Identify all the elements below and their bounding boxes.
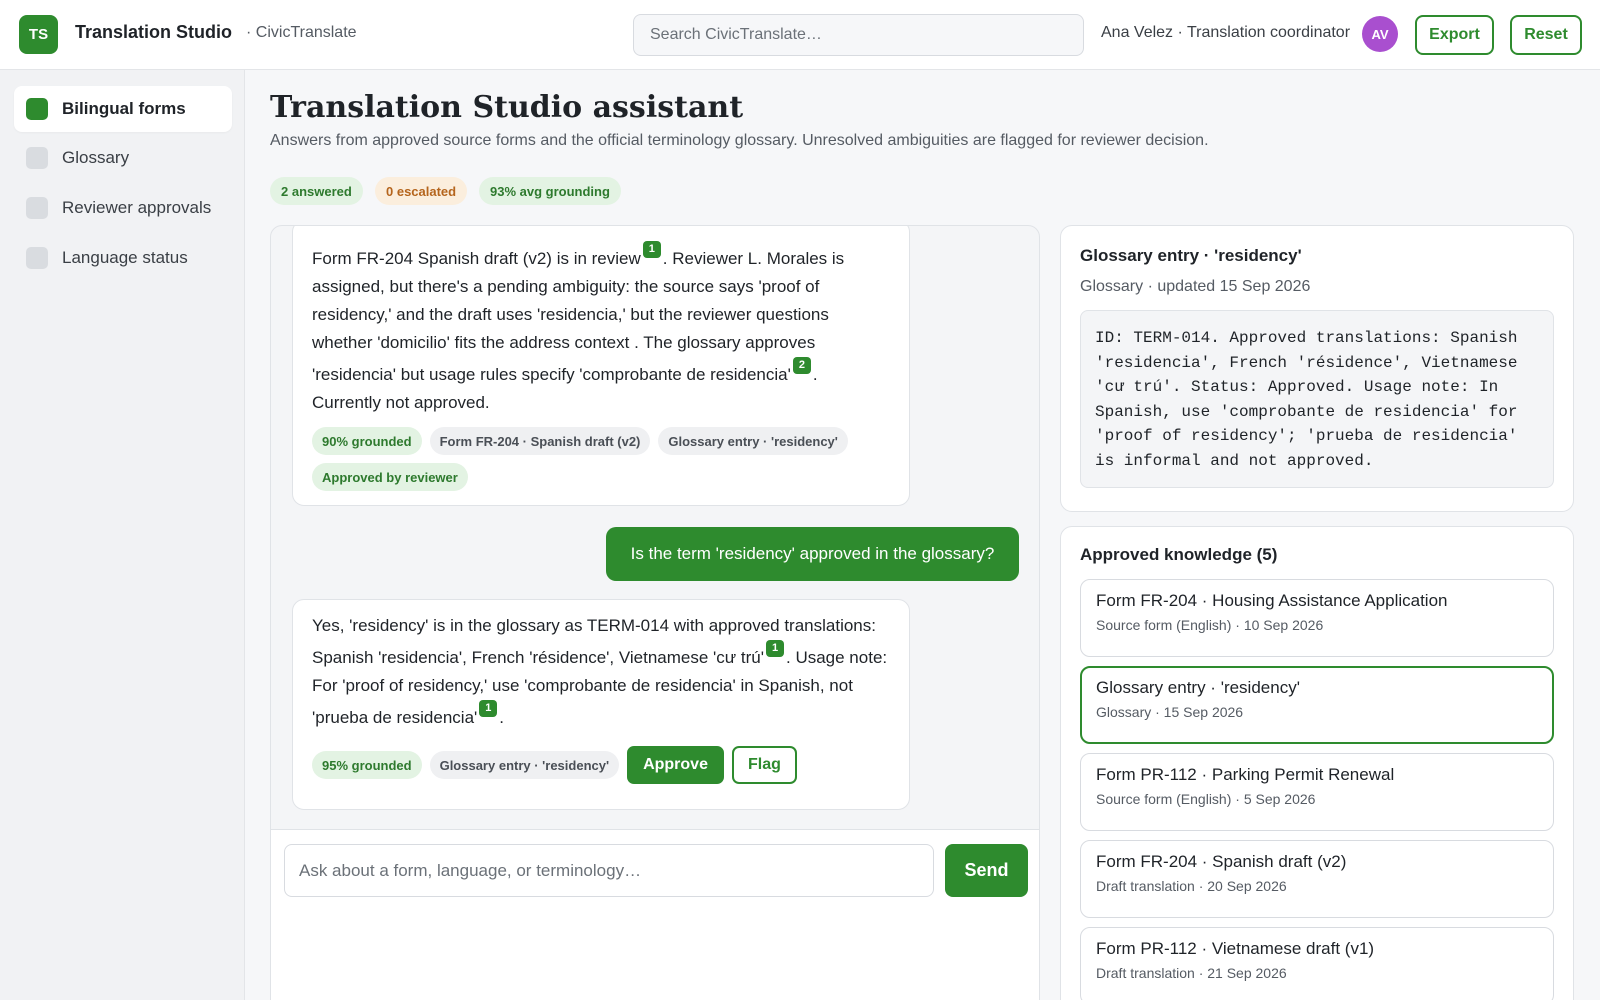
message-segment: .	[499, 708, 505, 727]
grounding-chip: 90% grounded	[312, 427, 422, 455]
source-chip[interactable]: Form FR-204 · Spanish draft (v2)	[429, 427, 651, 455]
user-message: Is the term 'residency' approved in the …	[606, 527, 1019, 581]
top-bar: TS Translation Studio · CivicTranslate A…	[0, 0, 1600, 70]
sidebar-item-label: Bilingual forms	[62, 99, 186, 118]
sidebar: Bilingual forms Glossary Reviewer approv…	[0, 70, 245, 1000]
sidebar-item-label: Reviewer approvals	[62, 198, 212, 217]
message-chips: 90% grounded Form FR-204 · Spanish draft…	[312, 427, 890, 491]
knowledge-item-meta: Draft translation · 20 Sep 2026	[1096, 878, 1287, 894]
sidebar-item-reviewer-approvals[interactable]: Reviewer approvals	[14, 185, 232, 231]
knowledge-item-title: Form PR-112 · Parking Permit Renewal	[1096, 765, 1395, 784]
glossary-card-meta: Glossary · updated 15 Sep 2026	[1080, 278, 1311, 295]
search-box[interactable]	[633, 14, 1084, 56]
knowledge-item[interactable]: Form PR-112 · Vietnamese draft (v1) Draf…	[1080, 927, 1554, 1000]
message-segment: Form FR-204 Spanish draft (v2) is in rev…	[312, 249, 641, 268]
message-chips: 95% grounded Glossary entry · 'residency…	[312, 746, 890, 784]
glossary-card-body: ID: TERM-014. Approved translations: Spa…	[1080, 310, 1554, 488]
user-label: Ana Velez · Translation coordinator	[1101, 24, 1351, 41]
approved-knowledge-card: Approved knowledge (5) Form FR-204 · Hou…	[1060, 526, 1574, 1000]
chat-input[interactable]	[284, 844, 934, 897]
message-text: Yes, 'residency' is in the glossary as T…	[312, 612, 890, 732]
sidebar-item-label: Glossary	[62, 148, 130, 167]
sidebar-item-language-status[interactable]: Language status	[14, 235, 232, 281]
source-chip[interactable]: Glossary entry · 'residency'	[429, 751, 620, 779]
sidebar-item-label: Language status	[62, 248, 188, 267]
knowledge-item-title: Form FR-204 · Spanish draft (v2)	[1096, 852, 1347, 871]
sidebar-item-bilingual-forms[interactable]: Bilingual forms	[14, 86, 232, 132]
knowledge-item-title: Form FR-204 · Housing Assistance Applica…	[1096, 591, 1448, 610]
knowledge-item-meta: Glossary · 15 Sep 2026	[1096, 704, 1244, 720]
approval-status-chip: Approved by reviewer	[312, 463, 468, 491]
knowledge-item-meta: Draft translation · 21 Sep 2026	[1096, 965, 1287, 981]
citation-badge[interactable]: 1	[766, 640, 784, 657]
knowledge-item-meta: Source form (English) · 5 Sep 2026	[1096, 791, 1316, 807]
grounding-chip: 95% grounded	[312, 751, 422, 779]
reviewer-approvals-icon	[26, 197, 48, 219]
message-text: Form FR-204 Spanish draft (v2) is in rev…	[312, 241, 890, 417]
app-name: Translation Studio	[75, 22, 233, 42]
knowledge-item-selected[interactable]: Glossary entry · 'residency' Glossary · …	[1080, 666, 1554, 744]
bilingual-forms-icon	[26, 98, 48, 120]
chat-panel: Form FR-204 Spanish draft (v2) is in rev…	[270, 225, 1040, 1000]
knowledge-item-meta: Source form (English) · 10 Sep 2026	[1096, 617, 1324, 633]
glossary-icon	[26, 147, 48, 169]
knowledge-item[interactable]: Form FR-204 · Housing Assistance Applica…	[1080, 579, 1554, 657]
sidebar-item-glossary[interactable]: Glossary	[14, 135, 232, 181]
stat-escalated: 0 escalated	[375, 177, 468, 205]
search-input[interactable]	[650, 26, 1083, 44]
page-title: Translation Studio assistant	[270, 90, 744, 125]
knowledge-item[interactable]: Form FR-204 · Spanish draft (v2) Draft t…	[1080, 840, 1554, 918]
stat-answered: 2 answered	[270, 177, 363, 205]
org-name: · CivicTranslate	[246, 24, 357, 41]
knowledge-title: Approved knowledge (5)	[1080, 545, 1278, 564]
assistant-message: Form FR-204 Spanish draft (v2) is in rev…	[292, 226, 910, 506]
approve-button[interactable]: Approve	[627, 746, 724, 784]
knowledge-item-title: Form PR-112 · Vietnamese draft (v1)	[1096, 939, 1375, 958]
knowledge-item[interactable]: Form PR-112 · Parking Permit Renewal Sou…	[1080, 753, 1554, 831]
flag-button[interactable]: Flag	[731, 746, 797, 784]
source-chip[interactable]: Glossary entry · 'residency'	[658, 427, 848, 455]
glossary-detail-card: Glossary entry · 'residency' Glossary · …	[1060, 225, 1574, 512]
composer: Send	[271, 829, 1039, 1000]
language-status-icon	[26, 247, 48, 269]
glossary-card-title: Glossary entry · 'residency'	[1080, 246, 1302, 265]
send-button[interactable]: Send	[945, 844, 1028, 897]
page-subtitle: Answers from approved source forms and t…	[270, 132, 1209, 149]
stat-avg-grounding: 93% avg grounding	[479, 177, 621, 205]
citation-badge[interactable]: 2	[792, 357, 811, 374]
reset-button[interactable]: Reset	[1510, 15, 1582, 55]
knowledge-item-title: Glossary entry · 'residency'	[1096, 678, 1300, 697]
assistant-message: Yes, 'residency' is in the glossary as T…	[292, 599, 910, 810]
avatar[interactable]: AV	[1362, 16, 1398, 52]
citation-badge[interactable]: 1	[642, 241, 661, 258]
message-segment: . Reviewer L. Morales is assigned, but t…	[312, 249, 845, 384]
citation-badge[interactable]: 1	[479, 700, 498, 717]
app-logo[interactable]: TS	[19, 15, 58, 54]
export-button[interactable]: Export	[1415, 15, 1494, 55]
